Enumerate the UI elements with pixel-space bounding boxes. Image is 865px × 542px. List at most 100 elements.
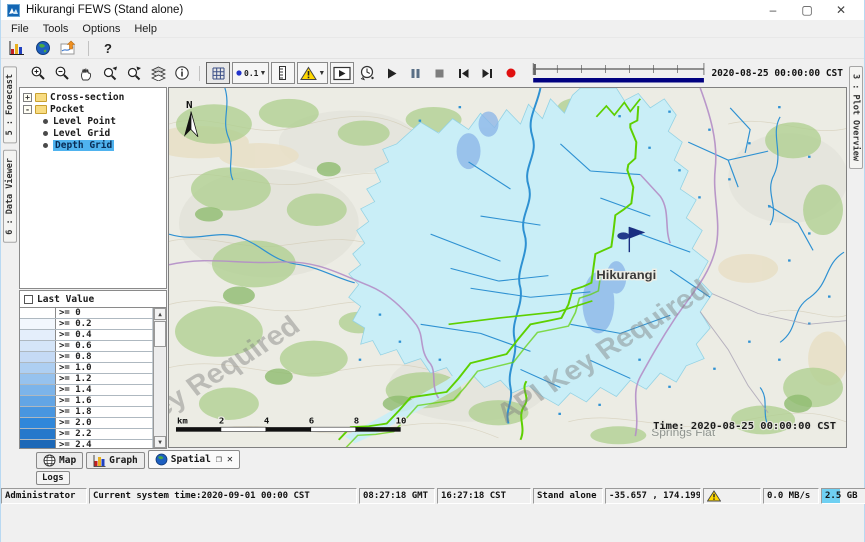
maximize-button[interactable]: ▢ [790, 0, 824, 20]
scale-tick: 8 [354, 417, 359, 426]
legend-row[interactable]: >= 1.4 [20, 385, 153, 396]
timeline-slider[interactable] [531, 61, 706, 85]
legend-row-label: >= 2.2 [56, 429, 153, 439]
town-label: Hikurangi [596, 269, 656, 282]
legend-row-label: >= 1.0 [56, 363, 153, 373]
legend-row[interactable]: >= 0 [20, 308, 153, 319]
north-label: N [186, 99, 193, 110]
menu-tools[interactable]: Tools [36, 22, 76, 36]
stop-icon [432, 66, 447, 81]
legend-header: Last Value [20, 291, 166, 307]
menu-bar: File Tools Options Help [1, 20, 864, 37]
legend-swatch [20, 341, 56, 351]
close-button[interactable]: ✕ [824, 0, 858, 20]
grid-display-button[interactable] [206, 62, 230, 84]
pause-button[interactable] [403, 63, 427, 83]
legend-row[interactable]: >= 1.8 [20, 407, 153, 418]
scroll-thumb[interactable] [154, 321, 166, 347]
legend-row[interactable]: >= 1.0 [20, 363, 153, 374]
legend-row[interactable]: >= 2.4 [20, 440, 153, 448]
tab-plot-overview[interactable]: 3 : Plot Overview [849, 66, 863, 169]
grid-icon [211, 66, 226, 81]
tab-close-icon[interactable]: ✕ [227, 454, 233, 465]
info-button[interactable] [170, 63, 194, 83]
spatial-map-view[interactable]: Hikurangi Springs Flat API Key Required … [168, 87, 847, 448]
tab-graph[interactable]: Graph [86, 452, 145, 469]
step-back-button[interactable] [451, 63, 475, 83]
legend-swatch [20, 429, 56, 439]
bar-chart-icon [93, 454, 106, 467]
logs-row: Logs [18, 469, 847, 487]
legend-row[interactable]: >= 1.6 [20, 396, 153, 407]
play-button[interactable] [379, 63, 403, 83]
tree-item-cross-section[interactable]: + Cross-section [23, 91, 166, 103]
tree-item-depth-grid[interactable]: Depth Grid [23, 139, 166, 151]
zoom-in-button[interactable] [26, 63, 50, 83]
tab-map[interactable]: Map [36, 452, 83, 469]
tree-item-level-point[interactable]: Level Point [23, 115, 166, 127]
help-icon: ? [104, 41, 112, 56]
pan-button[interactable] [74, 63, 98, 83]
tab-forecast[interactable]: 5 : Forecast [3, 66, 17, 143]
step-forward-button[interactable] [475, 63, 499, 83]
scroll-up-icon[interactable]: ▲ [154, 308, 166, 320]
stop-button[interactable] [427, 63, 451, 83]
zoom-previous-button[interactable] [98, 63, 122, 83]
expander-icon[interactable]: - [23, 105, 32, 114]
zoom-in-icon [30, 65, 47, 82]
title-bar: Hikurangi FEWS (Stand alone) – ▢ ✕ [1, 0, 864, 20]
status-memory: 2.5 GB [821, 488, 865, 504]
legend-row-label: >= 2.4 [56, 440, 153, 448]
tab-graph-label: Graph [109, 455, 138, 466]
expander-icon[interactable]: + [23, 93, 32, 102]
zoom-out-button[interactable] [50, 63, 74, 83]
timeseries-dialog-button[interactable] [5, 38, 29, 58]
legend-swatch [20, 319, 56, 329]
tab-spatial[interactable]: Spatial ❐ ✕ [148, 450, 240, 469]
warning-icon [300, 66, 317, 81]
status-coordinates: -35.657 , 174.199 [605, 488, 701, 504]
spatial-display-button[interactable] [57, 38, 81, 58]
interval-dropdown[interactable]: 0.1▼ [232, 62, 269, 84]
legend-row[interactable]: >= 0.6 [20, 341, 153, 352]
layers-button[interactable] [146, 63, 170, 83]
menu-options[interactable]: Options [75, 22, 127, 36]
legend-row[interactable]: >= 0.4 [20, 330, 153, 341]
node-bullet-icon [43, 131, 48, 136]
minimize-button[interactable]: – [756, 0, 790, 20]
legend-row[interactable]: >= 0.8 [20, 352, 153, 363]
animation-button[interactable] [330, 62, 354, 84]
tab-spatial-label: Spatial [171, 454, 211, 465]
legend-row[interactable]: >= 1.2 [20, 374, 153, 385]
last-value-checkbox[interactable] [24, 295, 33, 304]
menu-help[interactable]: Help [127, 22, 164, 36]
legend-panel: Last Value >= 0>= 0.2>= 0.4>= 0.6>= 0.8>… [19, 290, 167, 449]
display-tabs: Map Graph Spatial ❐ ✕ [18, 449, 847, 469]
profile-scale-icon [277, 65, 289, 81]
profile-button[interactable] [271, 62, 295, 84]
status-warning-cell[interactable] [703, 488, 761, 504]
tab-restore-icon[interactable]: ❐ [216, 454, 222, 465]
right-tab-strip: 3 : Plot Overview [847, 59, 864, 487]
legend-scrollbar[interactable]: ▲ ▼ [153, 308, 166, 448]
node-bullet-icon [43, 143, 48, 148]
zoom-next-button[interactable] [122, 63, 146, 83]
map-display-button[interactable] [31, 38, 55, 58]
tree-item-pocket[interactable]: - Pocket [23, 103, 166, 115]
map-time-label: Time: 2020-08-25 00:00:00 CST [653, 420, 836, 431]
menu-file[interactable]: File [4, 22, 36, 36]
legend-swatch [20, 330, 56, 340]
dot-icon [235, 69, 243, 77]
logs-tab[interactable]: Logs [36, 471, 70, 485]
help-button[interactable]: ? [96, 38, 120, 58]
wireframe-globe-icon [43, 454, 56, 467]
record-button[interactable] [499, 63, 523, 83]
run-to-time-button[interactable] [355, 63, 379, 83]
warnings-dropdown[interactable]: ▼ [297, 62, 328, 84]
tab-data-viewer[interactable]: 6 : Data Viewer [3, 150, 17, 243]
legend-row[interactable]: >= 0.2 [20, 319, 153, 330]
scroll-down-icon[interactable]: ▼ [154, 436, 166, 448]
tree-item-level-grid[interactable]: Level Grid [23, 127, 166, 139]
legend-row[interactable]: >= 2.2 [20, 429, 153, 440]
legend-row[interactable]: >= 2.0 [20, 418, 153, 429]
